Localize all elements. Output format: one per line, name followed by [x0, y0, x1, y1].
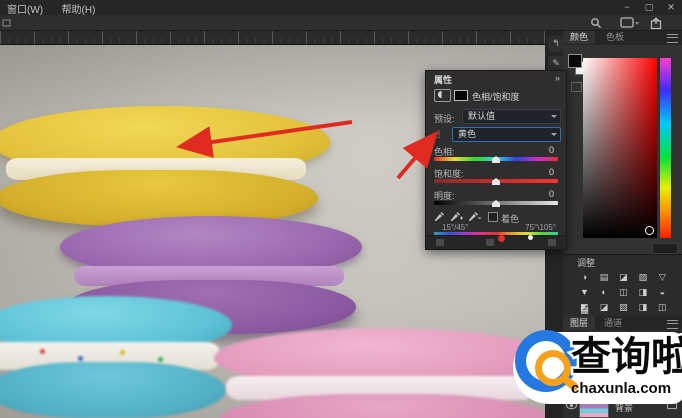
- adjustment-title: 色相/饱和度: [472, 90, 520, 103]
- watermark-brand: 查询啦: [571, 326, 682, 382]
- layer-mask-icon[interactable]: [454, 90, 468, 101]
- hue-value: 0: [549, 145, 554, 155]
- saturation-brightness-field[interactable]: [583, 58, 657, 238]
- options-bar: [0, 15, 682, 31]
- horizontal-ruler[interactable]: [0, 30, 545, 45]
- adjustment-icon[interactable]: ◒: [655, 287, 670, 297]
- share-icon[interactable]: [650, 17, 664, 28]
- adjustment-icon[interactable]: ▧: [616, 302, 631, 313]
- color-panel-tabbar: 颜色 色板: [563, 30, 682, 45]
- dropdown-caret-icon: [551, 115, 557, 118]
- adjustment-icon[interactable]: ◑: [577, 272, 592, 282]
- color-panel: 颜色 色板: [563, 30, 682, 254]
- adjustment-icon[interactable]: ▼: [577, 287, 592, 297]
- colorize-label: 着色: [501, 212, 519, 225]
- watermark-domain: chaxunla.com: [571, 380, 671, 397]
- range-marker-right[interactable]: [528, 235, 533, 240]
- maximize-button[interactable]: ▢: [638, 0, 660, 14]
- footer-clip-icon[interactable]: [436, 239, 444, 246]
- color-field-marker[interactable]: [645, 226, 654, 235]
- default-colors-icon[interactable]: [571, 82, 582, 92]
- hue-slider-strip[interactable]: [660, 58, 671, 238]
- adjustments-row-3: ◩ ◪ ▧ ◨ ◫: [577, 297, 677, 310]
- hex-value-field[interactable]: [652, 243, 678, 254]
- adjustments-panel: 调整 ◑ ▤ ◪ ▨ ▽ ▼ ◐ ◫ ◨ ◒ ▦ ◩ ◪ ▧ ◨ ◫: [563, 254, 682, 317]
- range-left-label: 15°/45°: [442, 223, 468, 232]
- collapse-panel-icon[interactable]: »: [555, 73, 560, 83]
- adjustment-badge-icon: [434, 89, 451, 102]
- range-right-label: 75°\105°: [525, 223, 556, 232]
- on-image-adjustment-tool-icon[interactable]: ☝: [434, 128, 441, 141]
- saturation-value: 0: [549, 167, 554, 177]
- properties-panel-footer: [426, 235, 566, 249]
- adjustment-icon[interactable]: ◨: [635, 302, 650, 313]
- tab-swatches[interactable]: 色板: [599, 30, 631, 44]
- foreground-color-swatch[interactable]: [568, 54, 582, 68]
- range-marker-left[interactable]: [498, 235, 505, 242]
- preset-dropdown[interactable]: 默认值: [462, 109, 561, 124]
- collapsed-panel-icon-history[interactable]: ↰: [548, 36, 564, 52]
- photoshop-window: 窗口(W) 帮助(H) − ▢ ✕: [0, 0, 682, 418]
- preset-label: 预设:: [434, 112, 455, 125]
- adjustment-icon[interactable]: ◩: [577, 302, 592, 313]
- adjustment-icon[interactable]: ◐: [596, 287, 611, 297]
- adjustments-row-2: ▼ ◐ ◫ ◨ ◒ ▦: [577, 282, 677, 295]
- adjustment-icon[interactable]: ◪: [596, 302, 611, 313]
- dropdown-caret-icon: [551, 133, 557, 136]
- channel-value: 黄色: [458, 129, 476, 139]
- menu-bar: 窗口(W) 帮助(H) − ▢ ✕: [0, 0, 682, 16]
- screen-mode-icon[interactable]: [620, 17, 634, 28]
- watermark: 查询啦 chaxunla.com: [505, 324, 682, 410]
- tab-color[interactable]: 颜色: [563, 30, 595, 44]
- footer-delete-icon[interactable]: [548, 239, 556, 246]
- watermark-logo-icon: [515, 330, 577, 392]
- colorize-checkbox[interactable]: [488, 212, 498, 222]
- channel-dropdown[interactable]: 黄色: [452, 127, 561, 142]
- lightness-value: 0: [549, 189, 554, 199]
- footer-eye-icon[interactable]: [486, 239, 494, 246]
- properties-panel: 属性 » 色相/饱和度 预设: 默认值 ☝ 黄色 色相: 0 饱和度: 0 明度…: [425, 70, 567, 250]
- add-eyedropper-icon[interactable]: [450, 211, 463, 222]
- properties-tab[interactable]: 属性: [434, 73, 452, 86]
- adjustment-icon[interactable]: ◫: [655, 302, 670, 313]
- eyedropper-icon[interactable]: [434, 211, 445, 222]
- color-panel-menu-icon[interactable]: [667, 34, 678, 43]
- watermark-brand-text: 查询啦: [571, 334, 682, 379]
- minimize-button[interactable]: −: [616, 0, 638, 14]
- preset-value: 默认值: [468, 111, 495, 121]
- close-button[interactable]: ✕: [660, 0, 682, 14]
- tool-preset-icon[interactable]: [2, 17, 12, 28]
- subtract-eyedropper-icon[interactable]: [468, 211, 481, 222]
- search-icon[interactable]: [590, 17, 604, 28]
- adjustments-row-1: ◑ ▤ ◪ ▨ ▽: [577, 267, 677, 280]
